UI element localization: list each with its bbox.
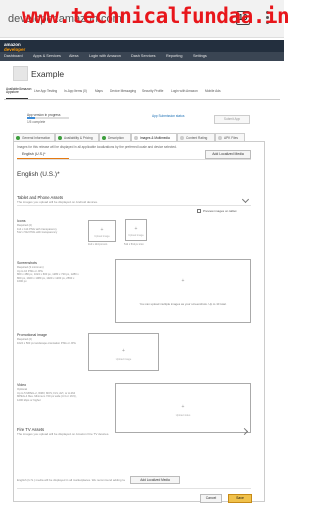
site-nav: Dashboard Apps & Services Alexa Login wi… [0, 52, 284, 61]
plus-icon: + [122, 347, 125, 354]
tab-device-messaging[interactable]: Device Messaging [110, 89, 136, 93]
icons-label: Icons [17, 219, 26, 223]
locale-heading: English (U.S.)* [17, 171, 60, 178]
icon-512-caption: 512 x 512 px icon [124, 243, 144, 246]
app-icon [13, 66, 28, 81]
plus-icon: + [134, 225, 138, 232]
tab-label: Content Rating [186, 135, 208, 140]
promo-dropzone[interactable]: + Upload image [88, 333, 159, 371]
cancel-button[interactable]: Cancel [200, 494, 222, 503]
app-subtabs: Available/Amazon Appstore Live App Testi… [4, 87, 280, 100]
tab-images-multimedia[interactable]: Images & Multimedia [131, 133, 177, 141]
tab-in-app-items[interactable]: In-App Items (0) [64, 89, 87, 93]
app-title: Example [31, 69, 65, 79]
footer-note: English (U.S.) media will be displayed i… [17, 478, 125, 482]
nav-dash-services[interactable]: Dash Services [131, 54, 155, 58]
nav-login-with-amazon[interactable]: Login with Amazon [89, 54, 121, 58]
tab-label: Availability & Pricing [64, 135, 93, 140]
divider [17, 159, 251, 160]
icon-512-dropzone[interactable]: + Upload image [125, 219, 147, 241]
nav-apps-services[interactable]: Apps & Services [33, 54, 61, 58]
progress-count: 1/5 complete [27, 120, 46, 124]
video-label: Video [17, 383, 27, 387]
screenshots-label: Screenshots [17, 261, 37, 265]
footer-add-localized-media-button[interactable]: Add Localized Media [130, 476, 180, 484]
help-text: Images for this release will be displaye… [17, 145, 177, 149]
tab-security-profile[interactable]: Security Profile [142, 89, 163, 93]
screenshots-requirements: Required (3 minimum) Up to 10 PNG or JPG… [17, 266, 79, 284]
upload-text: Upload image [115, 358, 132, 361]
preview-tablet-label: Preview images on tablet [203, 208, 237, 213]
submit-app-button[interactable]: Submit App [214, 115, 250, 124]
tab-label: Description [108, 135, 124, 140]
tab-content-rating[interactable]: Content Rating [177, 133, 215, 141]
check-icon [16, 136, 20, 140]
plus-icon: + [100, 226, 104, 233]
nav-dashboard[interactable]: Dashboard [4, 54, 23, 58]
tab-login-with-amazon[interactable]: Login with Amazon [171, 89, 198, 93]
incomplete-icon [218, 136, 222, 140]
upload-text: Upload image [94, 235, 110, 238]
incomplete-icon [134, 136, 138, 140]
upload-text: Upload image [128, 234, 144, 237]
progress-fill [27, 117, 36, 119]
promo-requirements: Required (2) 1024 x 500 px landscape ori… [17, 338, 76, 345]
tab-availability-pricing[interactable]: Availability & Pricing [55, 133, 99, 141]
add-localized-media-button[interactable]: Add Localized Media [205, 150, 251, 159]
icons-requirements: Required (2) 114 x 114 PNG with transpar… [17, 224, 58, 235]
fire-tv-assets-note: The images you upload will be displayed … [17, 432, 110, 436]
submission-status-link[interactable]: App Submission status [152, 114, 184, 118]
tab-apk-files[interactable]: APK Files [215, 133, 245, 141]
screenshots-message: You can upload multiple images as your s… [139, 302, 227, 306]
nav-reporting[interactable]: Reporting [166, 54, 182, 58]
logo-sub: developer [4, 46, 26, 52]
incomplete-icon [180, 136, 184, 140]
preview-tablet-checkbox[interactable] [197, 209, 201, 213]
nav-settings[interactable]: Settings [193, 54, 207, 58]
tab-maps[interactable]: Maps [95, 89, 103, 93]
check-icon [102, 136, 106, 140]
screenshots-dropzone[interactable]: + [115, 259, 251, 323]
tab-label: General Information [22, 135, 51, 140]
divider [17, 488, 251, 489]
amazon-developer-logo[interactable]: amazon developer [4, 42, 26, 52]
divider [17, 205, 251, 206]
save-button[interactable]: Save [228, 494, 252, 503]
tab-label: Images & Multimedia [140, 135, 170, 140]
plus-icon: + [181, 403, 185, 410]
progress-bar [27, 117, 69, 119]
plus-icon: + [181, 277, 185, 284]
check-icon [58, 136, 62, 140]
locale-tab-en-us[interactable]: English (U.S.)* [17, 150, 69, 159]
tab-label: APK Files [224, 135, 238, 140]
tab-description[interactable]: Description [99, 133, 131, 141]
icon-114-caption: 114 x 114 px icon [88, 243, 108, 246]
tab-live-app-testing[interactable]: Live App Testing [34, 89, 57, 93]
tab-general-information[interactable]: General Information [13, 133, 55, 141]
tab-mobile-ads[interactable]: Mobile Ads [205, 89, 221, 93]
video-dropzone[interactable]: + Upload video [115, 383, 251, 433]
nav-alexa[interactable]: Alexa [69, 54, 79, 58]
promo-label: Promotional image [17, 333, 47, 337]
tablet-phone-assets-note: The images you upload will be displayed … [17, 200, 98, 204]
icon-114-dropzone[interactable]: + Upload image [88, 220, 116, 242]
upload-text: Upload video [175, 414, 191, 417]
watermark-text: www.technicalfundaa.in [22, 4, 290, 28]
tab-available-appstore[interactable]: Available/Amazon Appstore [6, 87, 31, 99]
video-requirements: Optional Up to 5 MPEG-2, WMV, MOV, FLV, … [17, 388, 77, 402]
